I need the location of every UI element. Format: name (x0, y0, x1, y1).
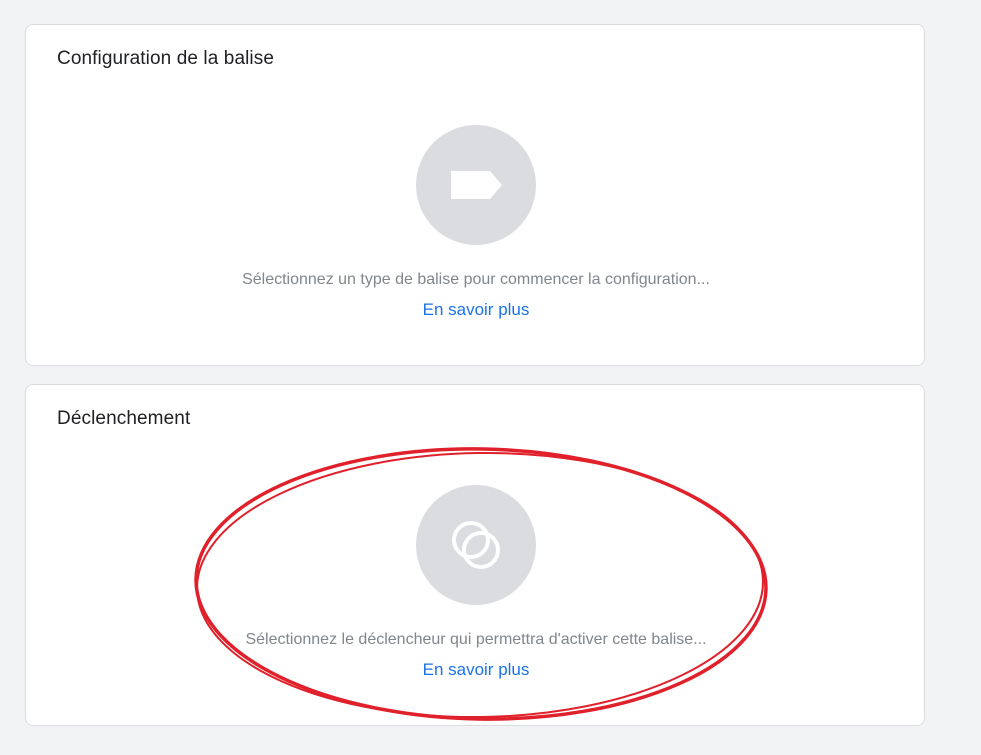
triggering-title: Déclenchement (57, 408, 191, 429)
triggering-hint: Sélectionnez le déclencheur qui permettr… (245, 631, 707, 648)
tag-configuration-title: Configuration de la balise (57, 48, 275, 69)
tag-type-selector[interactable] (416, 125, 536, 245)
tag-configuration-card[interactable]: Configuration de la balise Sélectionnez … (25, 24, 925, 366)
triggering-learn-more-link[interactable]: En savoir plus (26, 660, 926, 680)
trigger-icon (452, 521, 500, 569)
tag-icon (451, 171, 502, 199)
tag-configuration-hint: Sélectionnez un type de balise pour comm… (242, 271, 710, 288)
triggering-card[interactable]: Déclenchement Sélectionnez le déclencheu… (25, 384, 925, 726)
tag-editor-page: Configuration de la balise Sélectionnez … (0, 0, 981, 755)
tag-configuration-learn-more-link[interactable]: En savoir plus (26, 300, 926, 320)
trigger-selector[interactable] (416, 485, 536, 605)
